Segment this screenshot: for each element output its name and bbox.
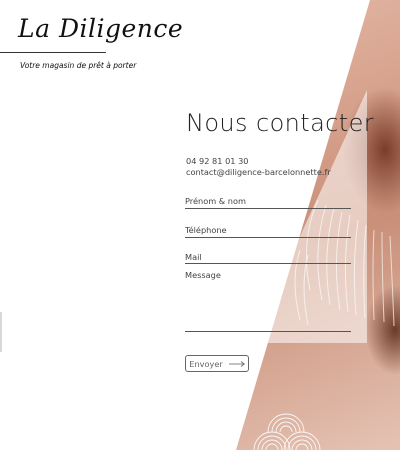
logo-divider [0, 52, 106, 53]
message-field-label[interactable]: Message [185, 270, 221, 280]
brand-tagline: Votre magasin de prêt à porter [20, 61, 137, 70]
page-title: Nous contacter [186, 109, 375, 137]
phone-field[interactable] [185, 237, 351, 238]
send-button-label: Envoyer [189, 358, 223, 369]
mail-field-label[interactable]: Mail [185, 252, 202, 262]
contact-email[interactable]: contact@diligence-barcelonnette.fr [186, 167, 331, 177]
arrow-right-icon [228, 360, 245, 367]
wave-pattern-decoration [253, 413, 321, 450]
message-field[interactable] [185, 331, 351, 332]
name-field[interactable] [185, 208, 351, 209]
side-accent [0, 312, 2, 352]
contact-phone[interactable]: 04 92 81 01 30 [186, 156, 249, 166]
mail-field[interactable] [185, 263, 351, 264]
name-field-label[interactable]: Prénom & nom [185, 196, 246, 206]
send-button[interactable]: Envoyer [185, 355, 249, 372]
phone-field-label[interactable]: Téléphone [185, 225, 227, 235]
brand-logo[interactable]: La Diligence [18, 14, 183, 43]
